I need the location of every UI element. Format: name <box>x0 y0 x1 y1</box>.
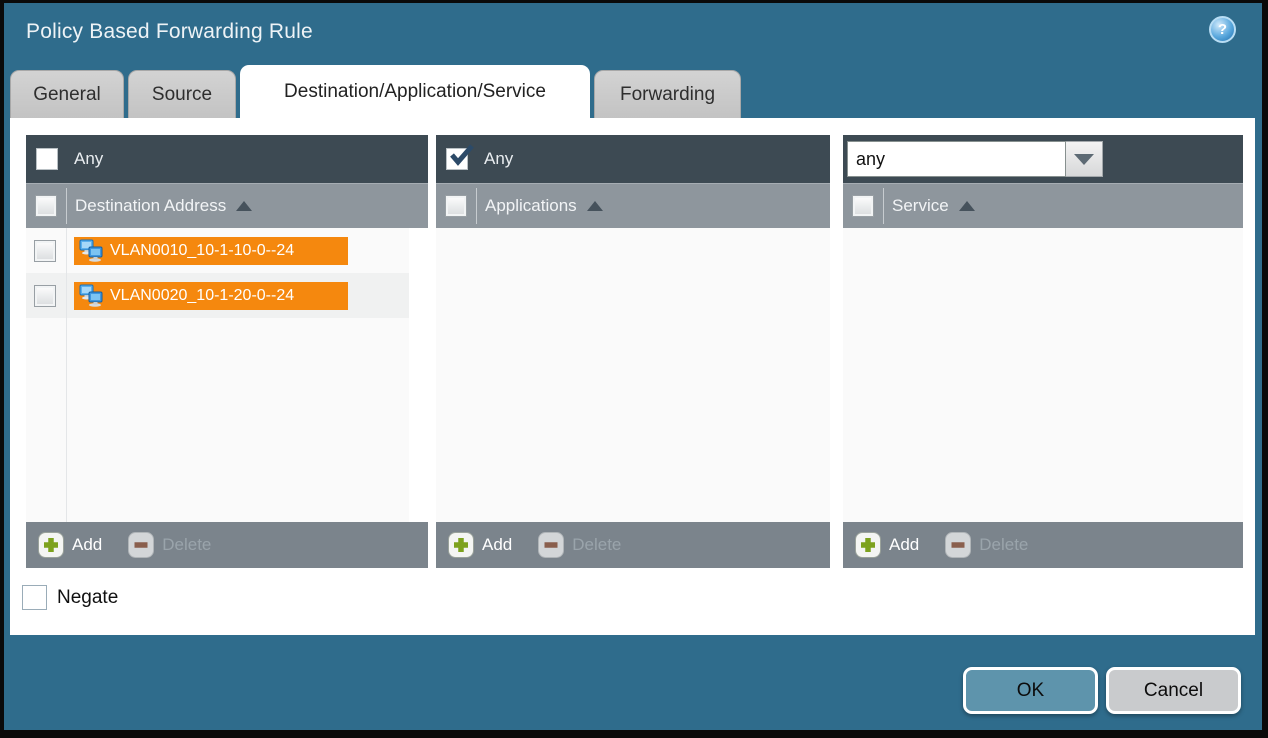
tab-content: Any Destination Address <box>10 118 1255 635</box>
delete-button-label: Delete <box>162 535 211 555</box>
delete-minus-icon <box>128 532 154 558</box>
delete-button-disabled[interactable]: Delete <box>945 532 1028 558</box>
network-address-icon <box>79 284 104 307</box>
scrollbar-track <box>409 228 428 522</box>
address-object-chip[interactable]: VLAN0010_10-1-10-0--24 <box>74 237 348 265</box>
add-plus-icon <box>855 532 881 558</box>
table-row: VLAN0020_10-1-20-0--24 <box>26 273 409 318</box>
tab-general[interactable]: General <box>10 70 124 118</box>
delete-button-label: Delete <box>979 535 1028 555</box>
pbf-rule-dialog-screen: Policy Based Forwarding Rule ? General S… <box>0 0 1268 738</box>
service-dropdown-button[interactable] <box>1066 141 1103 177</box>
service-column-label: Service <box>892 196 949 216</box>
tab-bar: General Source Destination/Application/S… <box>10 65 745 118</box>
service-dropdown <box>847 141 1103 177</box>
destination-any-checkbox[interactable] <box>36 148 58 170</box>
destination-footer: Add Delete <box>26 522 428 568</box>
delete-minus-icon <box>945 532 971 558</box>
applications-column-header[interactable]: Applications <box>436 183 830 228</box>
destination-list: VLAN0010_10-1-10-0--24 <box>26 228 428 522</box>
destination-select-all-checkbox[interactable] <box>35 195 57 217</box>
destination-column-label: Destination Address <box>75 196 226 216</box>
table-row: VLAN0010_10-1-10-0--24 <box>26 228 409 273</box>
pbf-rule-dialog: Policy Based Forwarding Rule ? General S… <box>4 3 1262 730</box>
service-column-header[interactable]: Service <box>843 183 1243 228</box>
applications-select-all-checkbox[interactable] <box>445 195 467 217</box>
add-button-label: Add <box>482 535 512 555</box>
address-object-name: VLAN0010_10-1-10-0--24 <box>110 242 294 260</box>
tab-destination-application-service[interactable]: Destination/Application/Service <box>240 65 590 118</box>
add-button-label: Add <box>889 535 919 555</box>
service-select-all-checkbox[interactable] <box>852 195 874 217</box>
row-checkbox[interactable] <box>34 285 56 307</box>
negate-label: Negate <box>57 587 118 609</box>
column-divider <box>476 188 477 224</box>
service-list <box>843 228 1243 522</box>
service-footer: Add Delete <box>843 522 1243 568</box>
cancel-button[interactable]: Cancel <box>1106 667 1241 714</box>
address-object-chip[interactable]: VLAN0020_10-1-20-0--24 <box>74 282 348 310</box>
service-dropdown-bar <box>843 135 1243 183</box>
service-dropdown-input[interactable] <box>847 141 1066 177</box>
add-button[interactable]: Add <box>38 532 102 558</box>
add-plus-icon <box>38 532 64 558</box>
network-address-icon <box>79 239 104 262</box>
address-object-name: VLAN0020_10-1-20-0--24 <box>110 287 294 305</box>
add-button[interactable]: Add <box>448 532 512 558</box>
negate-checkbox[interactable] <box>22 585 47 610</box>
applications-footer: Add Delete <box>436 522 830 568</box>
applications-column-label: Applications <box>485 196 577 216</box>
help-icon[interactable]: ? <box>1209 16 1236 43</box>
sort-ascending-icon <box>587 201 603 211</box>
checkmark-icon <box>448 143 474 169</box>
add-button-label: Add <box>72 535 102 555</box>
applications-list <box>436 228 830 522</box>
add-button[interactable]: Add <box>855 532 919 558</box>
tab-forwarding[interactable]: Forwarding <box>594 70 741 118</box>
sort-ascending-icon <box>959 201 975 211</box>
sort-ascending-icon <box>236 201 252 211</box>
chevron-down-icon <box>1074 154 1094 165</box>
row-checkbox[interactable] <box>34 240 56 262</box>
destination-any-label: Any <box>74 149 103 169</box>
applications-any-checkbox[interactable] <box>446 148 468 170</box>
negate-option: Negate <box>22 585 118 610</box>
applications-any-bar: Any <box>436 135 830 183</box>
delete-button-disabled[interactable]: Delete <box>128 532 211 558</box>
column-divider <box>883 188 884 224</box>
dialog-title: Policy Based Forwarding Rule <box>26 20 313 44</box>
column-divider <box>66 188 67 224</box>
applications-panel: Any Applications Add <box>436 135 830 568</box>
destination-address-panel: Any Destination Address <box>26 135 428 568</box>
column-divider <box>66 228 67 522</box>
destination-column-header[interactable]: Destination Address <box>26 183 428 228</box>
delete-minus-icon <box>538 532 564 558</box>
delete-button-disabled[interactable]: Delete <box>538 532 621 558</box>
applications-any-label: Any <box>484 149 513 169</box>
ok-button[interactable]: OK <box>963 667 1098 714</box>
service-panel: Service Add <box>843 135 1243 568</box>
destination-any-bar: Any <box>26 135 428 183</box>
tab-source[interactable]: Source <box>128 70 236 118</box>
add-plus-icon <box>448 532 474 558</box>
delete-button-label: Delete <box>572 535 621 555</box>
